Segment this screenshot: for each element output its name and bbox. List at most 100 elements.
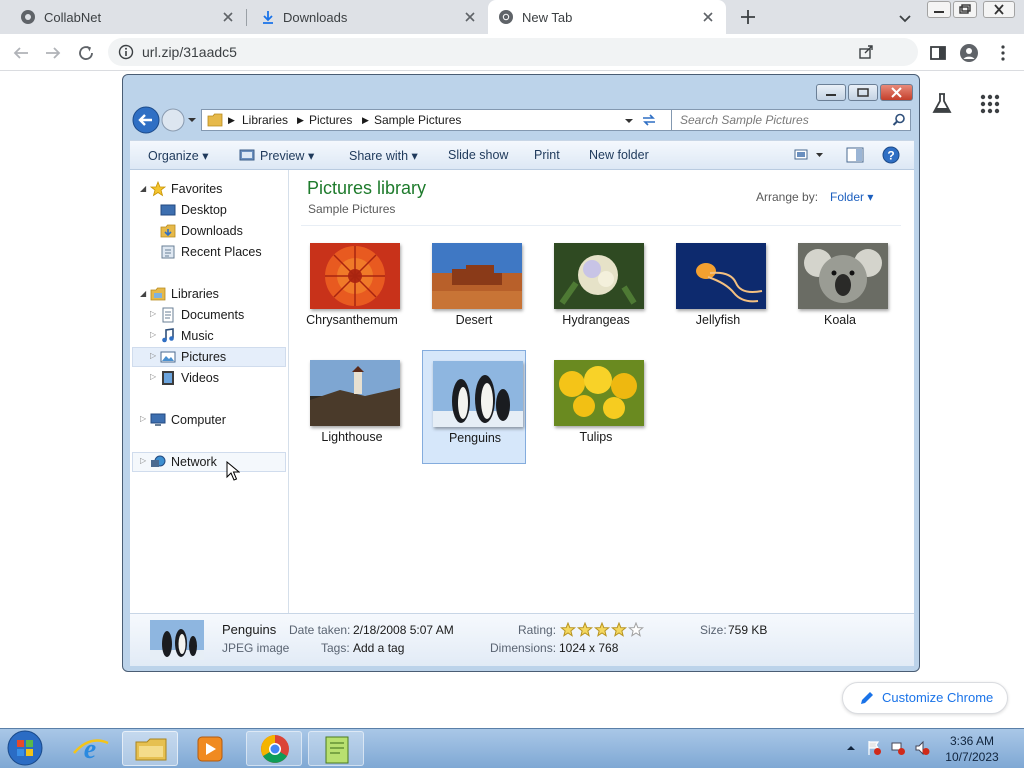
expanded-triangle-icon[interactable]: ◢ [140,184,146,193]
media-player-taskbar-button[interactable] [182,731,238,766]
close-icon[interactable] [700,9,716,25]
pictures-icon [160,349,176,365]
notepad-plus-taskbar-button[interactable] [308,731,364,766]
clock-time[interactable]: 3:36 AM [942,734,1002,748]
profile-avatar-icon[interactable] [960,44,978,62]
print-button[interactable]: Print [534,148,560,162]
share-icon[interactable] [858,44,874,60]
kebab-menu-icon[interactable] [994,44,1012,62]
koala-image [798,243,888,309]
rating-stars[interactable] [560,622,644,638]
breadcrumb-libraries[interactable]: Libraries [242,113,288,127]
tab-downloads[interactable]: Downloads [248,0,488,34]
collapsed-triangle-icon[interactable]: ▷ [140,456,146,465]
minimize-window-button[interactable] [927,1,951,18]
collapsed-triangle-icon[interactable]: ▷ [150,330,156,339]
explorer-close-button[interactable] [880,84,913,101]
rating-star-icon[interactable] [627,622,644,637]
preview-button[interactable]: Preview ▾ [260,148,314,163]
refresh-icon[interactable] [640,111,658,129]
search-input[interactable]: Search Sample Pictures [671,109,911,131]
customize-chrome-button[interactable]: Customize Chrome [842,682,1008,714]
collapsed-triangle-icon[interactable]: ▷ [150,309,156,318]
navigation-pane: ◢ Favorites Desktop Downloads Recent Pla… [130,170,289,613]
rating-star-icon[interactable] [610,622,628,637]
rating-star-icon[interactable] [593,622,611,637]
expanded-triangle-icon[interactable]: ◢ [140,289,146,298]
library-title: Pictures library [307,178,427,198]
address-bar[interactable]: url.zip/31aadc5 [108,38,918,66]
chrome-taskbar-button[interactable] [246,731,302,766]
dimensions-label: Dimensions: [490,641,557,655]
action-center-flag-icon[interactable] [866,740,882,756]
thumbnail-lighthouse[interactable]: Lighthouse [300,350,404,464]
customize-label: Customize Chrome [882,690,994,705]
downloads-folder-icon [160,223,176,239]
network-status-icon[interactable] [890,740,906,756]
explorer-forward-button[interactable] [161,108,185,132]
apps-grid-icon[interactable] [978,92,1002,116]
details-filename: Penguins [222,622,277,637]
libraries-icon [150,286,166,302]
selected-file-preview [150,620,204,660]
thumbnail-jellyfish[interactable]: Jellyfish [666,233,770,347]
forward-arrow-icon[interactable] [44,44,62,62]
thumbnail-desert[interactable]: Desert [422,233,526,347]
thumbnail-chrysanthemum[interactable]: Chrysanthemum [300,233,404,347]
rating-star-icon[interactable] [576,622,594,637]
details-filetype: JPEG image [222,641,290,655]
breadcrumb-pictures[interactable]: Pictures [309,113,352,127]
thumbnail-penguins[interactable]: Penguins [422,350,526,464]
thumbnail-koala[interactable]: Koala [788,233,892,347]
size-value: 759 KB [728,623,768,637]
search-icon[interactable] [892,113,906,127]
close-icon[interactable] [462,9,478,25]
share-with-button[interactable]: Share with ▾ [349,148,418,163]
side-panel-icon[interactable] [929,44,947,62]
organize-button[interactable]: Organize ▾ [148,148,208,163]
internet-explorer-taskbar-button[interactable]: e [62,731,118,766]
explorer-back-button[interactable] [132,106,160,134]
labs-flask-icon[interactable] [930,92,954,116]
url-text: url.zip/31aadc5 [142,44,237,60]
show-hidden-icons-icon[interactable] [846,743,856,753]
chrysanthemum-image [310,243,400,309]
recent-pages-chevron-icon[interactable] [187,115,197,125]
explorer-maximize-button[interactable] [848,84,878,101]
tags-value[interactable]: Add a tag [353,641,404,655]
start-button[interactable] [4,730,46,766]
close-icon[interactable] [220,9,236,25]
breadcrumb-sample-pictures[interactable]: Sample Pictures [374,113,461,127]
address-dropdown-icon[interactable] [624,116,634,126]
back-arrow-icon[interactable] [12,44,30,62]
collapsed-triangle-icon[interactable]: ▷ [140,414,146,423]
new-folder-button[interactable]: New folder [589,148,649,162]
rating-star-icon[interactable] [560,622,577,637]
thumbnail-hydrangeas[interactable]: Hydrangeas [544,233,648,347]
collapsed-triangle-icon[interactable]: ▷ [150,372,156,381]
close-window-button[interactable] [983,1,1015,18]
mouse-cursor-icon [226,461,240,481]
slide-show-button[interactable]: Slide show [448,148,508,162]
tab-collabnet[interactable]: CollabNet [0,0,246,34]
clock-date[interactable]: 10/7/2023 [942,750,1002,764]
chevron-down-icon[interactable] [897,10,913,26]
explorer-minimize-button[interactable] [816,84,846,101]
breadcrumb-separator: ▶ [297,115,304,125]
change-view-icon[interactable] [794,148,824,162]
new-tab-plus-icon[interactable] [739,8,757,26]
help-icon[interactable]: ? [882,146,900,164]
volume-muted-icon[interactable] [914,740,930,756]
site-info-icon[interactable] [118,44,134,60]
documents-icon [160,307,176,323]
reload-icon[interactable] [77,44,95,62]
explorer-taskbar-button[interactable] [122,731,178,766]
date-taken-value[interactable]: 2/18/2008 5:07 AM [353,623,454,637]
arrange-by-dropdown[interactable]: Folder ▾ [830,190,873,204]
collabnet-favicon-icon [20,9,36,25]
preview-pane-icon[interactable] [846,147,864,163]
thumbnail-tulips[interactable]: Tulips [544,350,648,464]
restore-window-button[interactable] [953,1,977,18]
collapsed-triangle-icon[interactable]: ▷ [150,351,156,360]
tab-new-tab[interactable]: New Tab [488,0,726,34]
